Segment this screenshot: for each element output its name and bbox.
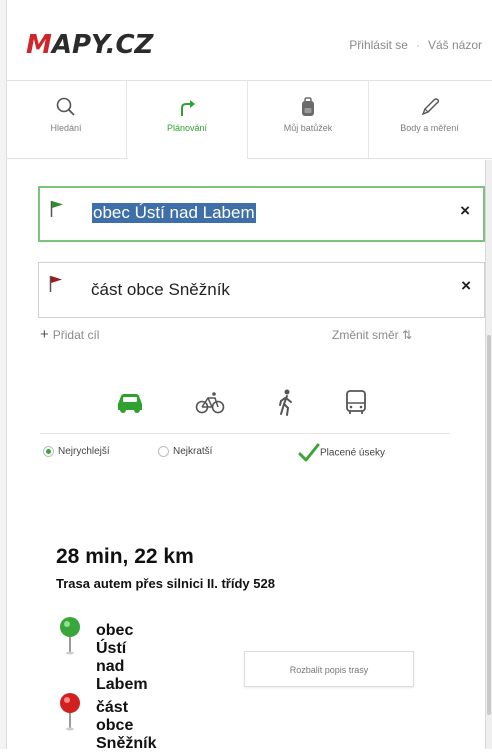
paid-label: Placené úseky <box>320 447 386 459</box>
tab-backpack[interactable]: Můj batůžek <box>248 81 369 159</box>
tabs-divider-left <box>6 158 128 159</box>
route-icon <box>181 100 195 116</box>
bicycle-mode-button[interactable] <box>192 384 228 420</box>
end-flag-icon <box>49 276 62 292</box>
route-start-value[interactable]: obec Ústí nad Labem <box>92 203 256 223</box>
start-flag-icon <box>50 201 63 217</box>
shortest-label: Nejkratší <box>173 446 213 457</box>
scrollbar-track[interactable] <box>485 160 492 749</box>
header-links: Přihlásit se · Váš názor <box>349 38 482 52</box>
transport-divider <box>40 433 450 434</box>
option-shortest[interactable]: Nejkratší <box>158 446 212 466</box>
clear-start-icon[interactable]: × <box>460 201 470 221</box>
tab-backpack-label: Můj batůžek <box>283 123 333 133</box>
add-target-label: Přidat cíl <box>52 328 100 342</box>
walk-icon <box>279 389 292 416</box>
backpack-icon <box>302 97 314 116</box>
expand-description-button[interactable]: Rozbalit popis trasy <box>244 651 414 687</box>
search-icon <box>56 97 75 116</box>
option-paid[interactable]: Placené úseky <box>298 443 385 463</box>
checkmark-icon[interactable] <box>298 443 320 463</box>
tab-search-label: Hledání <box>50 123 82 133</box>
end-stop-label: část obce Sněžník <box>96 699 157 752</box>
tab-search[interactable]: Hledání <box>6 81 127 159</box>
walk-mode-button[interactable] <box>268 384 304 420</box>
route-end-field[interactable]: část obce Sněžník × <box>38 262 485 318</box>
route-description: Trasa autem přes silnici II. třídy 528 <box>56 576 275 591</box>
fastest-label: Nejrychlejší <box>58 446 110 457</box>
tab-planning[interactable]: Plánování <box>127 81 248 159</box>
clear-end-icon[interactable]: × <box>461 276 471 296</box>
shortest-radio[interactable] <box>158 446 169 457</box>
pencil-icon <box>421 98 439 116</box>
red-pin-icon <box>60 693 80 731</box>
change-direction-link[interactable]: Změnit směr ⇅ <box>332 328 412 342</box>
tab-measure[interactable]: Body a měření <box>369 81 490 159</box>
route-end-value[interactable]: část obce Sněžník <box>91 280 230 300</box>
bicycle-icon <box>195 392 225 414</box>
tab-measure-label: Body a měření <box>400 123 459 133</box>
tab-planning-label: Plánování <box>166 123 208 133</box>
logo-text: APY.CZ <box>51 30 154 60</box>
main-tabs: Hledání Plánování Můj batůžek Body a měř… <box>6 81 492 159</box>
feedback-link[interactable]: Váš názor <box>428 38 482 52</box>
option-fastest[interactable]: Nejrychlejší <box>43 446 110 466</box>
add-target-link[interactable]: + Přidat cíl <box>40 326 99 343</box>
login-link[interactable]: Přihlásit se <box>349 38 408 52</box>
route-start-field[interactable]: obec Ústí nad Labem × <box>38 186 485 242</box>
green-pin-icon <box>60 617 80 655</box>
scrollbar-thumb[interactable] <box>487 335 491 715</box>
logo-letter-m: M <box>26 30 52 60</box>
plus-icon: + <box>40 326 49 343</box>
header-separator: · <box>415 38 420 52</box>
fastest-radio[interactable] <box>43 446 54 457</box>
bus-icon <box>346 390 366 414</box>
tabs-divider-right <box>248 158 492 159</box>
mapy-logo[interactable]: MAPY.CZ <box>26 30 153 60</box>
car-mode-button[interactable] <box>112 384 148 420</box>
route-time-distance: 28 min, 22 km <box>56 545 194 568</box>
bus-mode-button[interactable] <box>338 384 374 420</box>
car-icon <box>118 394 142 413</box>
start-stop-label: obec Ústí nad Labem <box>96 622 148 693</box>
